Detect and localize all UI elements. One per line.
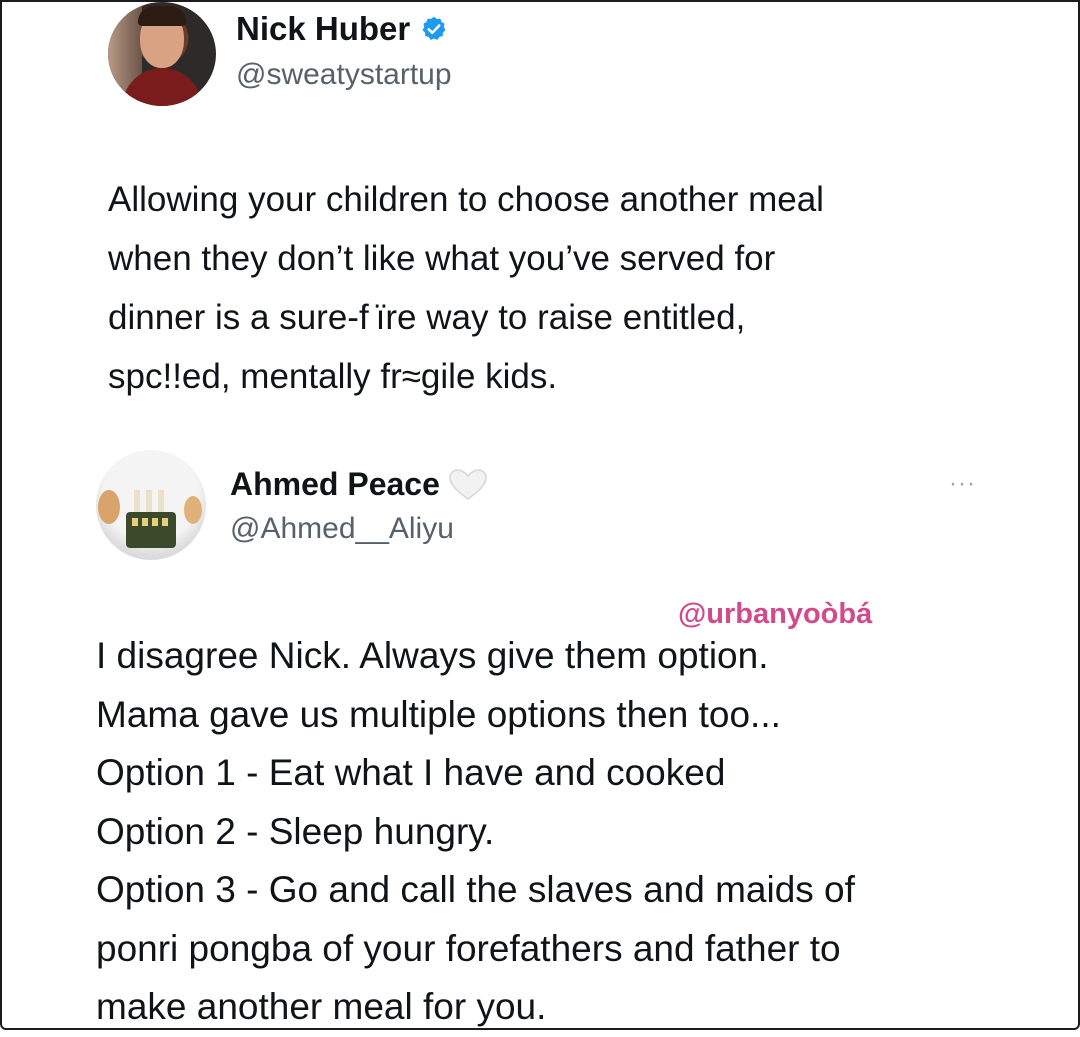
author-name-label[interactable]: Nick Huber <box>236 10 410 48</box>
reply-text-line: Option 2 - Sleep hungry. <box>96 810 495 852</box>
reply-author-name[interactable]: Ahmed Peace <box>230 466 488 503</box>
author-handle[interactable]: @sweatystartup <box>236 58 452 92</box>
verified-badge-icon <box>422 16 446 40</box>
reply-author-handle[interactable]: @Ahmed__Aliyu <box>230 512 454 546</box>
reply-author-name-label[interactable]: Ahmed Peace <box>230 466 440 503</box>
reply-text-line: Option 1 - Eat what I have and cooked <box>96 752 726 793</box>
author-name[interactable]: Nick Huber <box>236 10 448 48</box>
tweet-text-line: Allowing your children to choose another… <box>108 180 824 219</box>
more-options-icon[interactable]: ··· <box>949 470 976 498</box>
avatar[interactable] <box>108 2 216 106</box>
reply-text-line: Option 3 - Go and call the slaves and ma… <box>96 869 855 910</box>
reply-text-line: make another meal for you. <box>96 986 547 1027</box>
reply-text-line: I disagree Nick. Always give them option… <box>96 635 769 676</box>
reply-text: I disagree Nick. Always give them option… <box>96 627 1056 1037</box>
tweet-text-line: when they don’t like what you’ve served … <box>108 239 776 278</box>
screenshot-frame: Nick Huber @sweatystartup Allowing your … <box>0 0 1080 1030</box>
white-heart-icon <box>449 468 487 500</box>
reply-avatar[interactable] <box>96 450 206 560</box>
reply-text-line: Mama gave us multiple options then too..… <box>96 693 781 735</box>
tweet-text-line: dinner is a sure-f ïre way to raise ent… <box>108 298 746 337</box>
tweet-text: Allowing your children to choose another… <box>108 170 1008 406</box>
reply-text-line: ponri pongba of your forefathers and fat… <box>96 927 841 969</box>
tweet-text-line: spc!!ed, mentally fr≈gile kids. <box>108 357 558 396</box>
